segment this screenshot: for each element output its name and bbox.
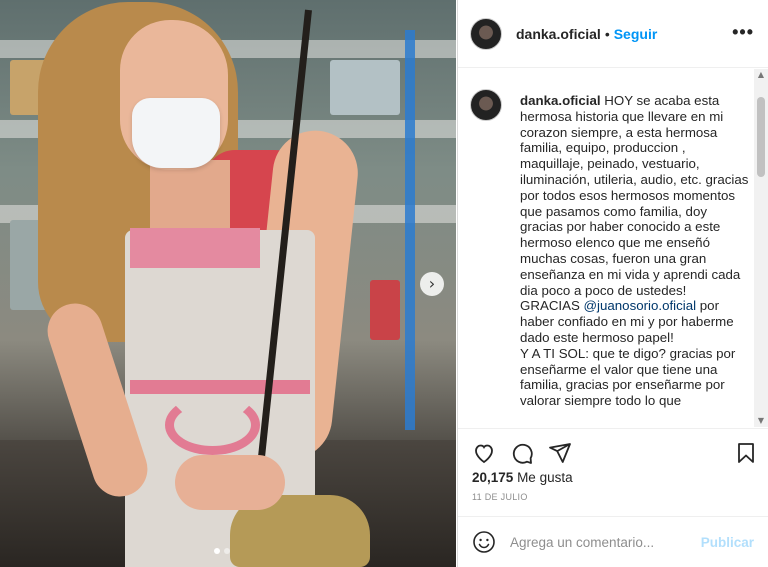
likes-label: Me gusta (517, 470, 573, 485)
caption-username[interactable]: danka.oficial (520, 93, 601, 108)
share-icon[interactable] (548, 441, 572, 465)
carousel-dots (214, 548, 230, 554)
follow-button[interactable]: Seguir (614, 26, 658, 42)
caption-text: danka.oficial HOY se acaba esta hermosa … (520, 93, 752, 409)
action-bar (458, 428, 768, 472)
person-neck (150, 160, 230, 230)
publish-button[interactable]: Publicar (701, 535, 754, 550)
likes-count[interactable]: 20,175 Me gusta (472, 470, 573, 485)
shelf-product (330, 60, 400, 115)
username-link[interactable]: danka.oficial (516, 26, 601, 42)
post-header: danka.oficial • Seguir ••• (458, 0, 768, 68)
scroll-up-icon[interactable]: ▲ (754, 69, 768, 81)
separator-dot: • (604, 25, 610, 42)
comment-bar: Publicar (458, 516, 768, 567)
next-photo-button[interactable]: › (420, 272, 444, 296)
apron-band (130, 380, 310, 394)
apron-trim (130, 228, 260, 268)
caption-body: HOY se acaba esta hermosa historia que l… (520, 93, 749, 314)
more-options-icon[interactable]: ••• (732, 22, 754, 43)
mention-link[interactable]: @juanosorio.oficial (584, 298, 697, 313)
comment-icon[interactable] (510, 441, 534, 465)
caption-body: por haber confiado en mi y por haberme d… (520, 298, 736, 409)
heart-icon[interactable] (472, 441, 496, 465)
avatar[interactable] (470, 17, 502, 50)
blue-pole (405, 30, 415, 430)
comment-input[interactable] (510, 534, 701, 550)
post-side-panel: danka.oficial • Seguir ••• danka.oficial… (457, 0, 768, 567)
person-hands (175, 455, 285, 510)
avatar[interactable] (470, 89, 502, 121)
face-mask (132, 98, 220, 168)
post-photo[interactable]: › (0, 0, 456, 567)
shelf-product (370, 280, 400, 340)
likes-number: 20,175 (472, 470, 514, 485)
bookmark-icon[interactable] (734, 441, 758, 465)
carousel-dot (224, 548, 230, 554)
carousel-dot (214, 548, 220, 554)
post-date[interactable]: 11 DE JULIO (472, 492, 528, 502)
chevron-right-icon: › (428, 274, 436, 293)
scrollbar[interactable]: ▲ ▼ (754, 69, 768, 427)
emoji-icon[interactable] (472, 530, 496, 554)
scroll-thumb[interactable] (757, 97, 765, 177)
caption-area[interactable]: danka.oficial HOY se acaba esta hermosa … (458, 69, 768, 427)
apron-bow (165, 395, 260, 455)
scroll-down-icon[interactable]: ▼ (754, 415, 768, 427)
